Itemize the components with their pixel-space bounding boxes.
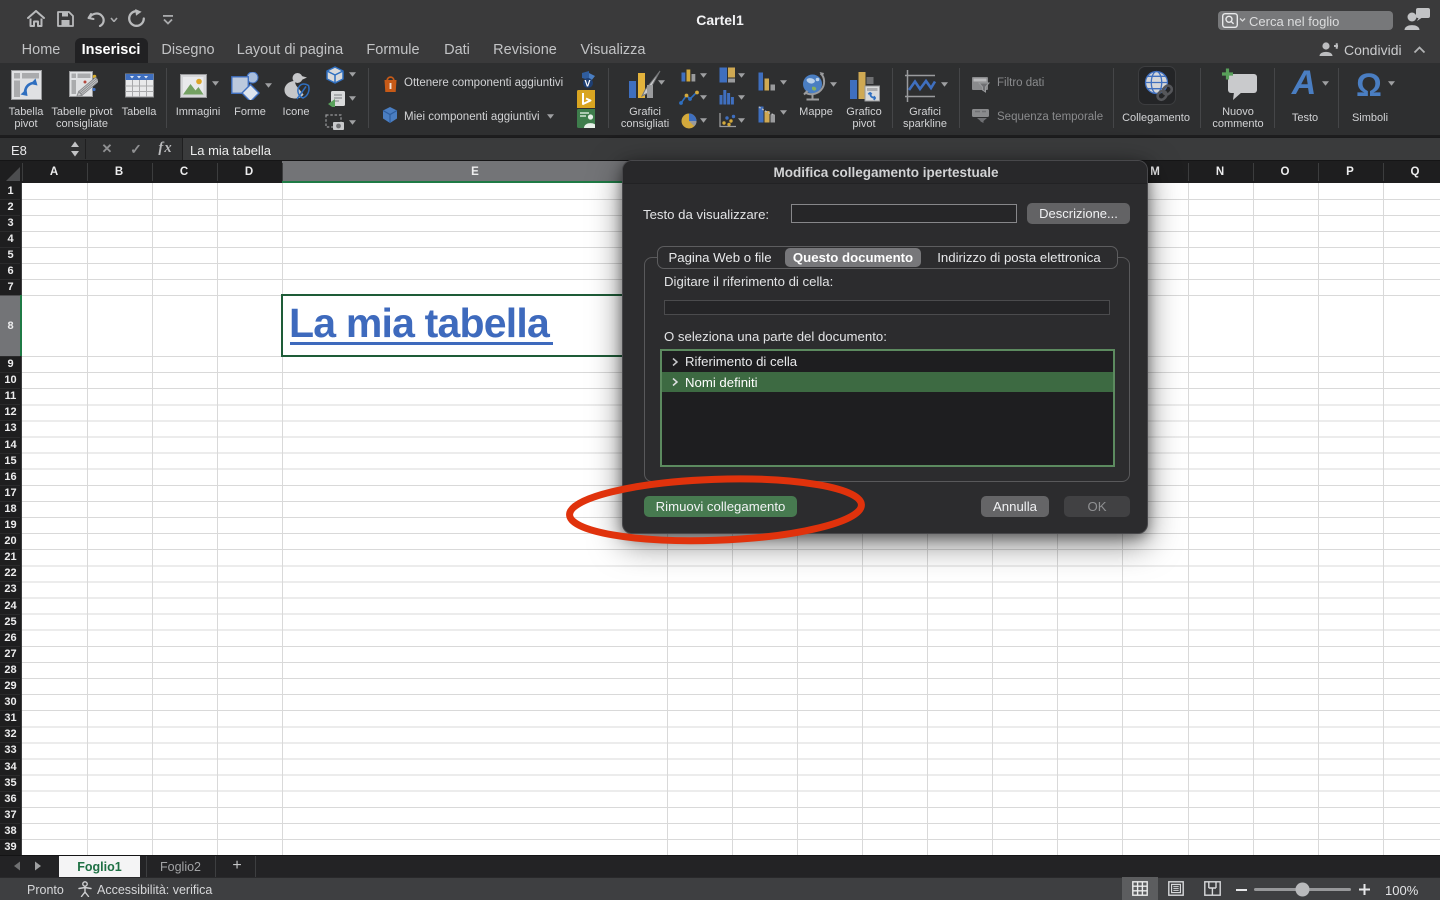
svg-text:V: V: [585, 79, 591, 89]
